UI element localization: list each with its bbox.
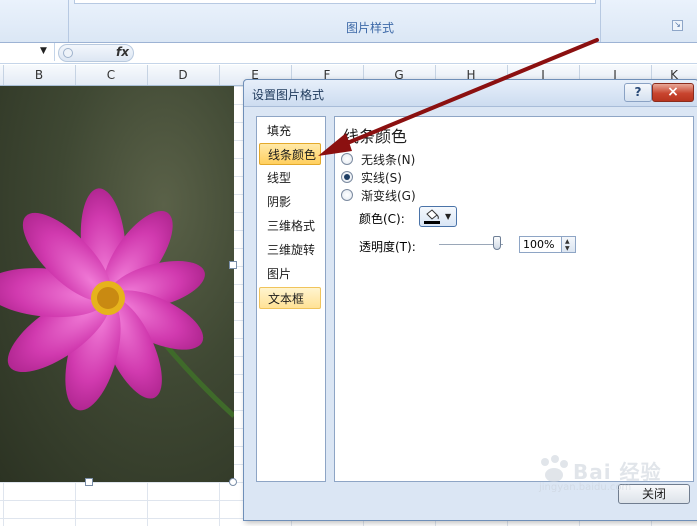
paw-icon	[541, 455, 568, 482]
watermark-text: Bai 经验	[573, 460, 662, 484]
watermark-url: jingyan.baidu.com	[539, 482, 632, 493]
watermark: Bai 经验 jingyan.baidu.com	[535, 452, 695, 498]
annotation-arrow-icon	[318, 38, 599, 156]
